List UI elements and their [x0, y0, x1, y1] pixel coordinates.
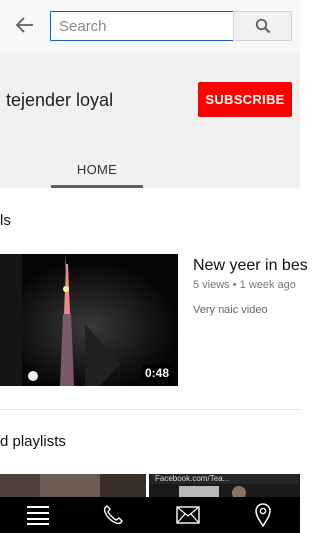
mail-icon	[175, 506, 200, 524]
search-icon	[255, 18, 270, 34]
section-title-uploads: ls	[0, 212, 11, 229]
phone-icon	[103, 505, 123, 525]
back-arrow-icon	[15, 17, 33, 33]
playlist-overlay-text: Facebook.com/Tea...	[155, 474, 230, 483]
video-description: Very naic video	[193, 304, 268, 316]
nav-location[interactable]	[248, 500, 278, 530]
menu-icon	[26, 506, 49, 525]
top-bar	[0, 0, 300, 52]
search-input[interactable]	[50, 11, 234, 41]
video-title[interactable]: New yeer in bes	[193, 257, 308, 275]
tab-home[interactable]: HOME	[51, 150, 143, 188]
location-pin-icon	[254, 503, 271, 527]
section-divider	[0, 409, 300, 410]
section-title-playlists: d playlists	[0, 433, 66, 450]
video-duration: 0:48	[141, 365, 172, 381]
nav-mail[interactable]	[173, 500, 203, 530]
back-button[interactable]	[14, 14, 36, 36]
nav-phone[interactable]	[98, 500, 128, 530]
subscribe-button[interactable]: SUBSCRIBE	[198, 82, 292, 117]
search-button[interactable]	[233, 11, 292, 41]
tab-active-indicator	[51, 185, 143, 188]
channel-name: tejender loyal	[6, 90, 114, 110]
video-meta: 5 views • 1 week ago	[193, 279, 296, 291]
channel-header: tejender loyal SUBSCRIBE HOME	[0, 52, 300, 188]
bottom-nav	[0, 497, 300, 533]
nav-menu[interactable]	[23, 500, 53, 530]
video-thumbnail[interactable]: 0:48	[0, 254, 178, 386]
